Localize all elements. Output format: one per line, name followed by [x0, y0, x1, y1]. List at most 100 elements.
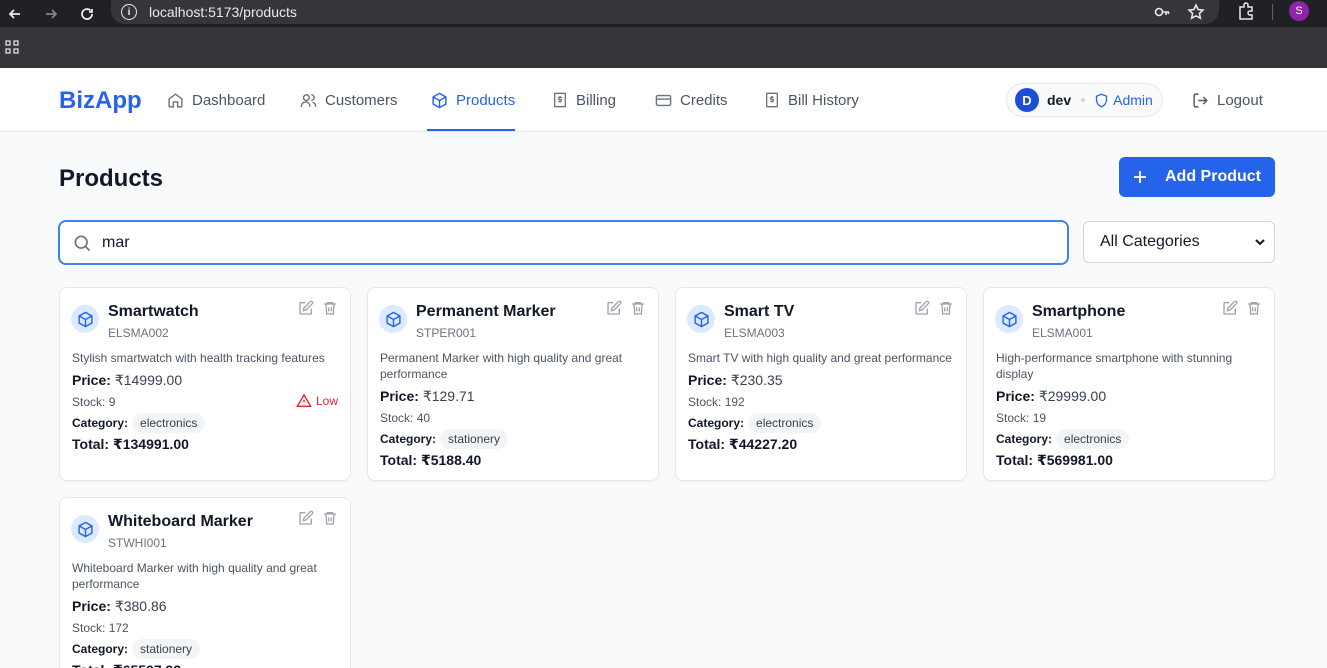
- category-tag: electronics: [132, 413, 206, 433]
- add-product-label: Add Product: [1165, 168, 1261, 185]
- category-filter-value: All Categories: [1100, 233, 1200, 250]
- category-filter-select[interactable]: All Categories: [1083, 221, 1275, 263]
- extensions-puzzle-icon[interactable]: [1236, 1, 1256, 26]
- product-total: Total: ₹5188.40: [380, 452, 646, 469]
- chevron-down-icon: [1255, 239, 1265, 246]
- logout-icon: [1193, 92, 1208, 108]
- total-label: Total:: [996, 452, 1034, 468]
- stock-value: 9: [108, 395, 116, 409]
- price-label: Price:: [72, 372, 111, 388]
- category-label: Category:: [688, 416, 745, 430]
- category-label: Category:: [996, 432, 1053, 446]
- site-info-icon[interactable]: i: [121, 4, 137, 20]
- bookmark-star-icon[interactable]: [1187, 3, 1205, 26]
- edit-icon[interactable]: [914, 300, 930, 321]
- product-category: Category: electronics: [996, 429, 1262, 449]
- profile-avatar[interactable]: S: [1289, 1, 1309, 21]
- nav-credits-label: Credits: [680, 91, 728, 109]
- total-value: ₹5188.40: [420, 452, 482, 468]
- product-category: Category: electronics: [72, 413, 338, 433]
- stock-label: Stock:: [72, 621, 106, 635]
- product-stock: Stock: 9 Low: [72, 393, 338, 410]
- home-icon: [168, 92, 183, 108]
- package-icon: [687, 305, 715, 333]
- nav-bill-history[interactable]: Bill History: [764, 68, 859, 132]
- package-icon: [71, 515, 99, 543]
- separator-dot: [1081, 98, 1086, 102]
- nav-bill-history-label: Bill History: [788, 91, 859, 109]
- total-label: Total:: [380, 452, 418, 468]
- logout-button[interactable]: Logout: [1192, 68, 1263, 132]
- trash-icon[interactable]: [1246, 300, 1262, 321]
- add-product-button[interactable]: Add Product: [1119, 157, 1275, 197]
- product-name: Permanent Marker: [416, 303, 556, 320]
- nav-customers[interactable]: Customers: [300, 68, 398, 132]
- trash-icon[interactable]: [630, 300, 646, 321]
- product-description: Permanent Marker with high quality and g…: [380, 351, 623, 381]
- reload-icon[interactable]: [72, 3, 102, 25]
- product-category: Category: stationery: [380, 429, 646, 449]
- price-value: ₹129.71: [422, 388, 475, 404]
- user-role: Admin: [1094, 92, 1153, 108]
- product-price: Price: ₹380.86: [72, 597, 338, 615]
- nav-products[interactable]: Products: [431, 68, 515, 132]
- nav-credits[interactable]: Credits: [655, 68, 728, 132]
- stock-value: 172: [108, 621, 129, 635]
- product-description: High-performance smartphone with stunnin…: [996, 351, 1233, 381]
- package-icon: [71, 305, 99, 333]
- nav-dashboard[interactable]: Dashboard: [167, 68, 265, 132]
- category-tag: stationery: [440, 429, 509, 449]
- receipt-icon: [554, 92, 566, 108]
- product-sku: ELSMA001: [1032, 326, 1093, 340]
- stock-value: 192: [724, 395, 745, 409]
- search-icon: [74, 235, 91, 251]
- product-name: Smartphone: [1032, 303, 1126, 320]
- product-stock: Stock: 40: [380, 410, 646, 426]
- nav-products-label: Products: [456, 91, 516, 109]
- address-bar[interactable]: i localhost:5173/products: [111, 0, 1219, 24]
- password-key-icon[interactable]: [1153, 3, 1171, 26]
- product-card: Smart TV ELSMA003 Smart TV with high qua…: [675, 287, 967, 481]
- edit-icon[interactable]: [298, 510, 314, 531]
- alert-triangle-icon: [296, 393, 312, 407]
- total-label: Total:: [72, 662, 109, 668]
- price-label: Price:: [688, 372, 727, 388]
- price-value: ₹14999.00: [114, 372, 183, 388]
- low-stock-badge: Low: [296, 393, 338, 409]
- user-role-label: Admin: [1113, 92, 1153, 108]
- search-field[interactable]: [58, 220, 1069, 265]
- stock-value: 19: [1032, 411, 1047, 425]
- edit-icon[interactable]: [1222, 300, 1238, 321]
- price-label: Price:: [380, 388, 419, 404]
- product-total: Total: ₹134991.00: [72, 436, 338, 453]
- price-value: ₹230.35: [730, 372, 783, 388]
- product-description: Smart TV with high quality and great per…: [688, 351, 952, 365]
- trash-icon[interactable]: [322, 510, 338, 531]
- apps-grid-icon[interactable]: [5, 40, 19, 59]
- back-arrow-icon[interactable]: [0, 3, 30, 25]
- category-label: Category:: [72, 642, 129, 656]
- price-label: Price:: [996, 388, 1035, 404]
- edit-icon[interactable]: [298, 300, 314, 321]
- product-price: Price: ₹14999.00: [72, 371, 338, 389]
- product-price: Price: ₹230.35: [688, 371, 954, 389]
- product-sku: STWHI001: [108, 536, 167, 550]
- nav-dashboard-label: Dashboard: [192, 91, 266, 109]
- search-input[interactable]: [102, 233, 1002, 252]
- stock-label: Stock:: [688, 395, 722, 409]
- receipt-history-icon: [766, 92, 778, 108]
- total-value: ₹44227.20: [728, 436, 798, 452]
- trash-icon[interactable]: [322, 300, 338, 321]
- category-tag: electronics: [1056, 429, 1130, 449]
- edit-icon[interactable]: [606, 300, 622, 321]
- trash-icon[interactable]: [938, 300, 954, 321]
- stock-value: 40: [416, 411, 431, 425]
- nav-billing[interactable]: Billing: [552, 68, 616, 132]
- forward-arrow-icon[interactable]: [36, 3, 66, 25]
- stock-label: Stock:: [996, 411, 1030, 425]
- logout-label: Logout: [1217, 91, 1263, 109]
- product-name: Smart TV: [724, 303, 795, 320]
- stock-label: Stock:: [72, 395, 106, 409]
- brand-logo[interactable]: BizApp: [59, 87, 142, 115]
- product-price: Price: ₹129.71: [380, 387, 646, 405]
